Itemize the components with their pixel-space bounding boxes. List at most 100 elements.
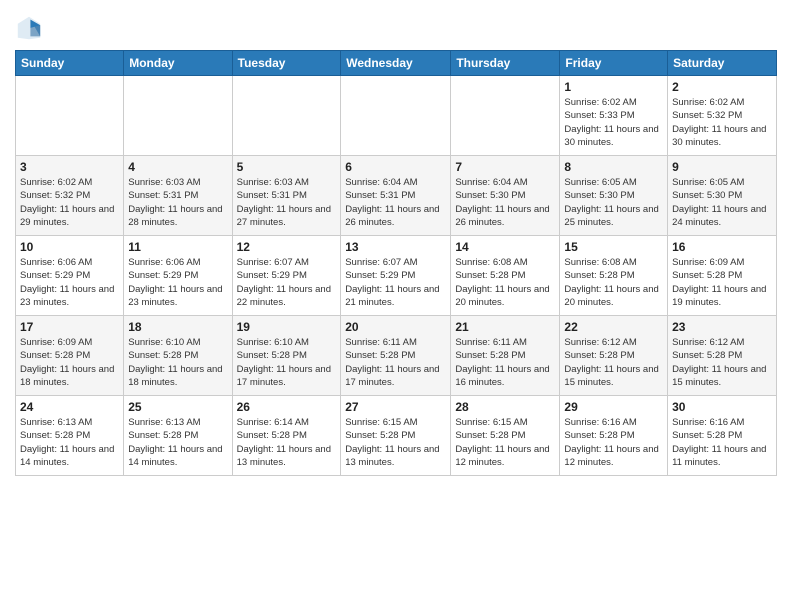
- day-info: Sunrise: 6:12 AM Sunset: 5:28 PM Dayligh…: [672, 336, 772, 389]
- header: [15, 10, 777, 42]
- day-cell: 26 Sunrise: 6:14 AM Sunset: 5:28 PM Dayli…: [232, 396, 341, 476]
- day-number: 2: [672, 80, 772, 94]
- col-header-tuesday: Tuesday: [232, 51, 341, 76]
- day-number: 16: [672, 240, 772, 254]
- day-cell: [341, 76, 451, 156]
- day-cell: 3 Sunrise: 6:02 AM Sunset: 5:32 PM Daylig…: [16, 156, 124, 236]
- week-row-5: 24 Sunrise: 6:13 AM Sunset: 5:28 PM Dayli…: [16, 396, 777, 476]
- day-cell: 11 Sunrise: 6:06 AM Sunset: 5:29 PM Dayli…: [124, 236, 232, 316]
- day-number: 8: [564, 160, 663, 174]
- day-cell: 20 Sunrise: 6:11 AM Sunset: 5:28 PM Dayli…: [341, 316, 451, 396]
- day-info: Sunrise: 6:07 AM Sunset: 5:29 PM Dayligh…: [237, 256, 337, 309]
- day-number: 29: [564, 400, 663, 414]
- day-info: Sunrise: 6:15 AM Sunset: 5:28 PM Dayligh…: [455, 416, 555, 469]
- day-info: Sunrise: 6:12 AM Sunset: 5:28 PM Dayligh…: [564, 336, 663, 389]
- day-info: Sunrise: 6:05 AM Sunset: 5:30 PM Dayligh…: [564, 176, 663, 229]
- day-number: 4: [128, 160, 227, 174]
- day-number: 12: [237, 240, 337, 254]
- day-number: 14: [455, 240, 555, 254]
- day-number: 17: [20, 320, 119, 334]
- col-header-wednesday: Wednesday: [341, 51, 451, 76]
- day-cell: [232, 76, 341, 156]
- week-row-1: 1Sunrise: 6:02 AM Sunset: 5:33 PM Daylig…: [16, 76, 777, 156]
- day-number: 26: [237, 400, 337, 414]
- day-cell: 9 Sunrise: 6:05 AM Sunset: 5:30 PM Daylig…: [668, 156, 777, 236]
- day-cell: 15 Sunrise: 6:08 AM Sunset: 5:28 PM Dayli…: [560, 236, 668, 316]
- day-cell: 4 Sunrise: 6:03 AM Sunset: 5:31 PM Daylig…: [124, 156, 232, 236]
- day-number: 15: [564, 240, 663, 254]
- page: SundayMondayTuesdayWednesdayThursdayFrid…: [0, 0, 792, 486]
- col-header-thursday: Thursday: [451, 51, 560, 76]
- week-row-2: 3 Sunrise: 6:02 AM Sunset: 5:32 PM Daylig…: [16, 156, 777, 236]
- day-cell: 28 Sunrise: 6:15 AM Sunset: 5:28 PM Dayli…: [451, 396, 560, 476]
- day-number: 22: [564, 320, 663, 334]
- day-cell: [124, 76, 232, 156]
- day-number: 11: [128, 240, 227, 254]
- day-number: 28: [455, 400, 555, 414]
- day-cell: 27 Sunrise: 6:15 AM Sunset: 5:28 PM Dayli…: [341, 396, 451, 476]
- day-cell: 7 Sunrise: 6:04 AM Sunset: 5:30 PM Daylig…: [451, 156, 560, 236]
- day-number: 9: [672, 160, 772, 174]
- day-number: 27: [345, 400, 446, 414]
- day-cell: 16 Sunrise: 6:09 AM Sunset: 5:28 PM Dayli…: [668, 236, 777, 316]
- day-info: Sunrise: 6:10 AM Sunset: 5:28 PM Dayligh…: [128, 336, 227, 389]
- day-info: Sunrise: 6:05 AM Sunset: 5:30 PM Dayligh…: [672, 176, 772, 229]
- week-row-4: 17Sunrise: 6:09 AM Sunset: 5:28 PM Dayli…: [16, 316, 777, 396]
- day-info: Sunrise: 6:08 AM Sunset: 5:28 PM Dayligh…: [564, 256, 663, 309]
- day-info: Sunrise: 6:02 AM Sunset: 5:32 PM Dayligh…: [672, 96, 772, 149]
- day-info: Sunrise: 6:10 AM Sunset: 5:28 PM Dayligh…: [237, 336, 337, 389]
- day-info: Sunrise: 6:16 AM Sunset: 5:28 PM Dayligh…: [672, 416, 772, 469]
- day-info: Sunrise: 6:11 AM Sunset: 5:28 PM Dayligh…: [455, 336, 555, 389]
- col-header-saturday: Saturday: [668, 51, 777, 76]
- day-cell: 13Sunrise: 6:07 AM Sunset: 5:29 PM Dayli…: [341, 236, 451, 316]
- day-number: 20: [345, 320, 446, 334]
- day-info: Sunrise: 6:13 AM Sunset: 5:28 PM Dayligh…: [20, 416, 119, 469]
- day-number: 7: [455, 160, 555, 174]
- day-number: 5: [237, 160, 337, 174]
- day-cell: 1Sunrise: 6:02 AM Sunset: 5:33 PM Daylig…: [560, 76, 668, 156]
- header-row: SundayMondayTuesdayWednesdayThursdayFrid…: [16, 51, 777, 76]
- day-info: Sunrise: 6:14 AM Sunset: 5:28 PM Dayligh…: [237, 416, 337, 469]
- day-cell: 30 Sunrise: 6:16 AM Sunset: 5:28 PM Dayli…: [668, 396, 777, 476]
- day-cell: 21Sunrise: 6:11 AM Sunset: 5:28 PM Dayli…: [451, 316, 560, 396]
- col-header-monday: Monday: [124, 51, 232, 76]
- day-info: Sunrise: 6:13 AM Sunset: 5:28 PM Dayligh…: [128, 416, 227, 469]
- day-cell: 10 Sunrise: 6:06 AM Sunset: 5:29 PM Dayli…: [16, 236, 124, 316]
- day-number: 1: [564, 80, 663, 94]
- day-cell: 2 Sunrise: 6:02 AM Sunset: 5:32 PM Daylig…: [668, 76, 777, 156]
- day-info: Sunrise: 6:09 AM Sunset: 5:28 PM Dayligh…: [672, 256, 772, 309]
- day-info: Sunrise: 6:04 AM Sunset: 5:30 PM Dayligh…: [455, 176, 555, 229]
- logo-icon: [15, 14, 43, 42]
- day-number: 3: [20, 160, 119, 174]
- day-info: Sunrise: 6:08 AM Sunset: 5:28 PM Dayligh…: [455, 256, 555, 309]
- day-cell: 17Sunrise: 6:09 AM Sunset: 5:28 PM Dayli…: [16, 316, 124, 396]
- day-info: Sunrise: 6:03 AM Sunset: 5:31 PM Dayligh…: [128, 176, 227, 229]
- day-number: 25: [128, 400, 227, 414]
- day-cell: 29 Sunrise: 6:16 AM Sunset: 5:28 PM Dayli…: [560, 396, 668, 476]
- day-info: Sunrise: 6:07 AM Sunset: 5:29 PM Dayligh…: [345, 256, 446, 309]
- day-info: Sunrise: 6:06 AM Sunset: 5:29 PM Dayligh…: [128, 256, 227, 309]
- logo: [15, 14, 47, 42]
- day-info: Sunrise: 6:15 AM Sunset: 5:28 PM Dayligh…: [345, 416, 446, 469]
- day-cell: 25 Sunrise: 6:13 AM Sunset: 5:28 PM Dayli…: [124, 396, 232, 476]
- day-number: 24: [20, 400, 119, 414]
- day-number: 23: [672, 320, 772, 334]
- day-number: 30: [672, 400, 772, 414]
- calendar-table: SundayMondayTuesdayWednesdayThursdayFrid…: [15, 50, 777, 476]
- day-cell: 14 Sunrise: 6:08 AM Sunset: 5:28 PM Dayli…: [451, 236, 560, 316]
- day-number: 18: [128, 320, 227, 334]
- day-info: Sunrise: 6:06 AM Sunset: 5:29 PM Dayligh…: [20, 256, 119, 309]
- day-cell: 22 Sunrise: 6:12 AM Sunset: 5:28 PM Dayli…: [560, 316, 668, 396]
- day-cell: 12 Sunrise: 6:07 AM Sunset: 5:29 PM Dayli…: [232, 236, 341, 316]
- day-number: 19: [237, 320, 337, 334]
- day-info: Sunrise: 6:04 AM Sunset: 5:31 PM Dayligh…: [345, 176, 446, 229]
- day-cell: 19 Sunrise: 6:10 AM Sunset: 5:28 PM Dayli…: [232, 316, 341, 396]
- day-info: Sunrise: 6:11 AM Sunset: 5:28 PM Dayligh…: [345, 336, 446, 389]
- week-row-3: 10 Sunrise: 6:06 AM Sunset: 5:29 PM Dayli…: [16, 236, 777, 316]
- day-number: 10: [20, 240, 119, 254]
- day-info: Sunrise: 6:02 AM Sunset: 5:32 PM Dayligh…: [20, 176, 119, 229]
- day-info: Sunrise: 6:16 AM Sunset: 5:28 PM Dayligh…: [564, 416, 663, 469]
- col-header-sunday: Sunday: [16, 51, 124, 76]
- day-cell: [451, 76, 560, 156]
- day-cell: 8 Sunrise: 6:05 AM Sunset: 5:30 PM Daylig…: [560, 156, 668, 236]
